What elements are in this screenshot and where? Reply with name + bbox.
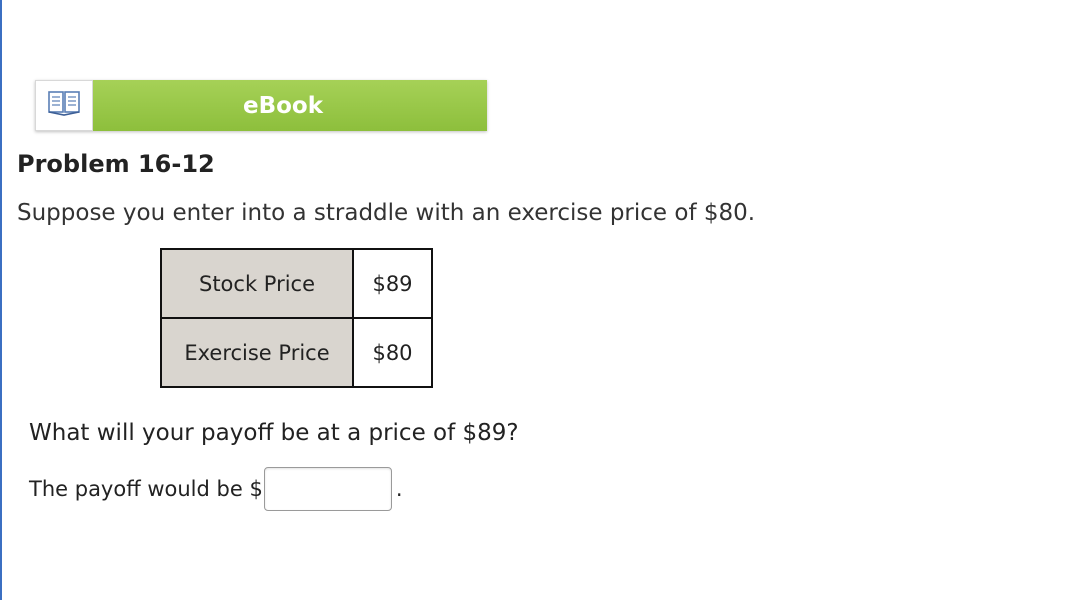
table-row: Stock Price $89 xyxy=(160,248,433,319)
question-text: What will your payoff be at a price of $… xyxy=(29,420,519,446)
table-row: Exercise Price $80 xyxy=(160,317,433,388)
table-cell-value: $80 xyxy=(352,317,433,388)
problem-description: Suppose you enter into a straddle with a… xyxy=(17,200,756,226)
ebook-icon-container xyxy=(35,80,93,131)
table-cell-label: Exercise Price xyxy=(160,317,354,388)
book-icon xyxy=(48,90,80,122)
table-cell-value: $89 xyxy=(352,248,433,319)
problem-title: Problem 16-12 xyxy=(17,150,215,178)
ebook-button[interactable]: eBook xyxy=(35,80,487,131)
answer-suffix: . xyxy=(395,477,403,501)
answer-line: The payoff would be $ . xyxy=(29,467,403,511)
left-border-rule xyxy=(0,0,2,600)
ebook-label: eBook xyxy=(93,80,487,131)
table-cell-label: Stock Price xyxy=(160,248,354,319)
data-table: Stock Price $89 Exercise Price $80 xyxy=(160,248,433,388)
payoff-answer-input[interactable] xyxy=(263,467,392,511)
answer-prefix: The payoff would be $ xyxy=(29,477,263,501)
